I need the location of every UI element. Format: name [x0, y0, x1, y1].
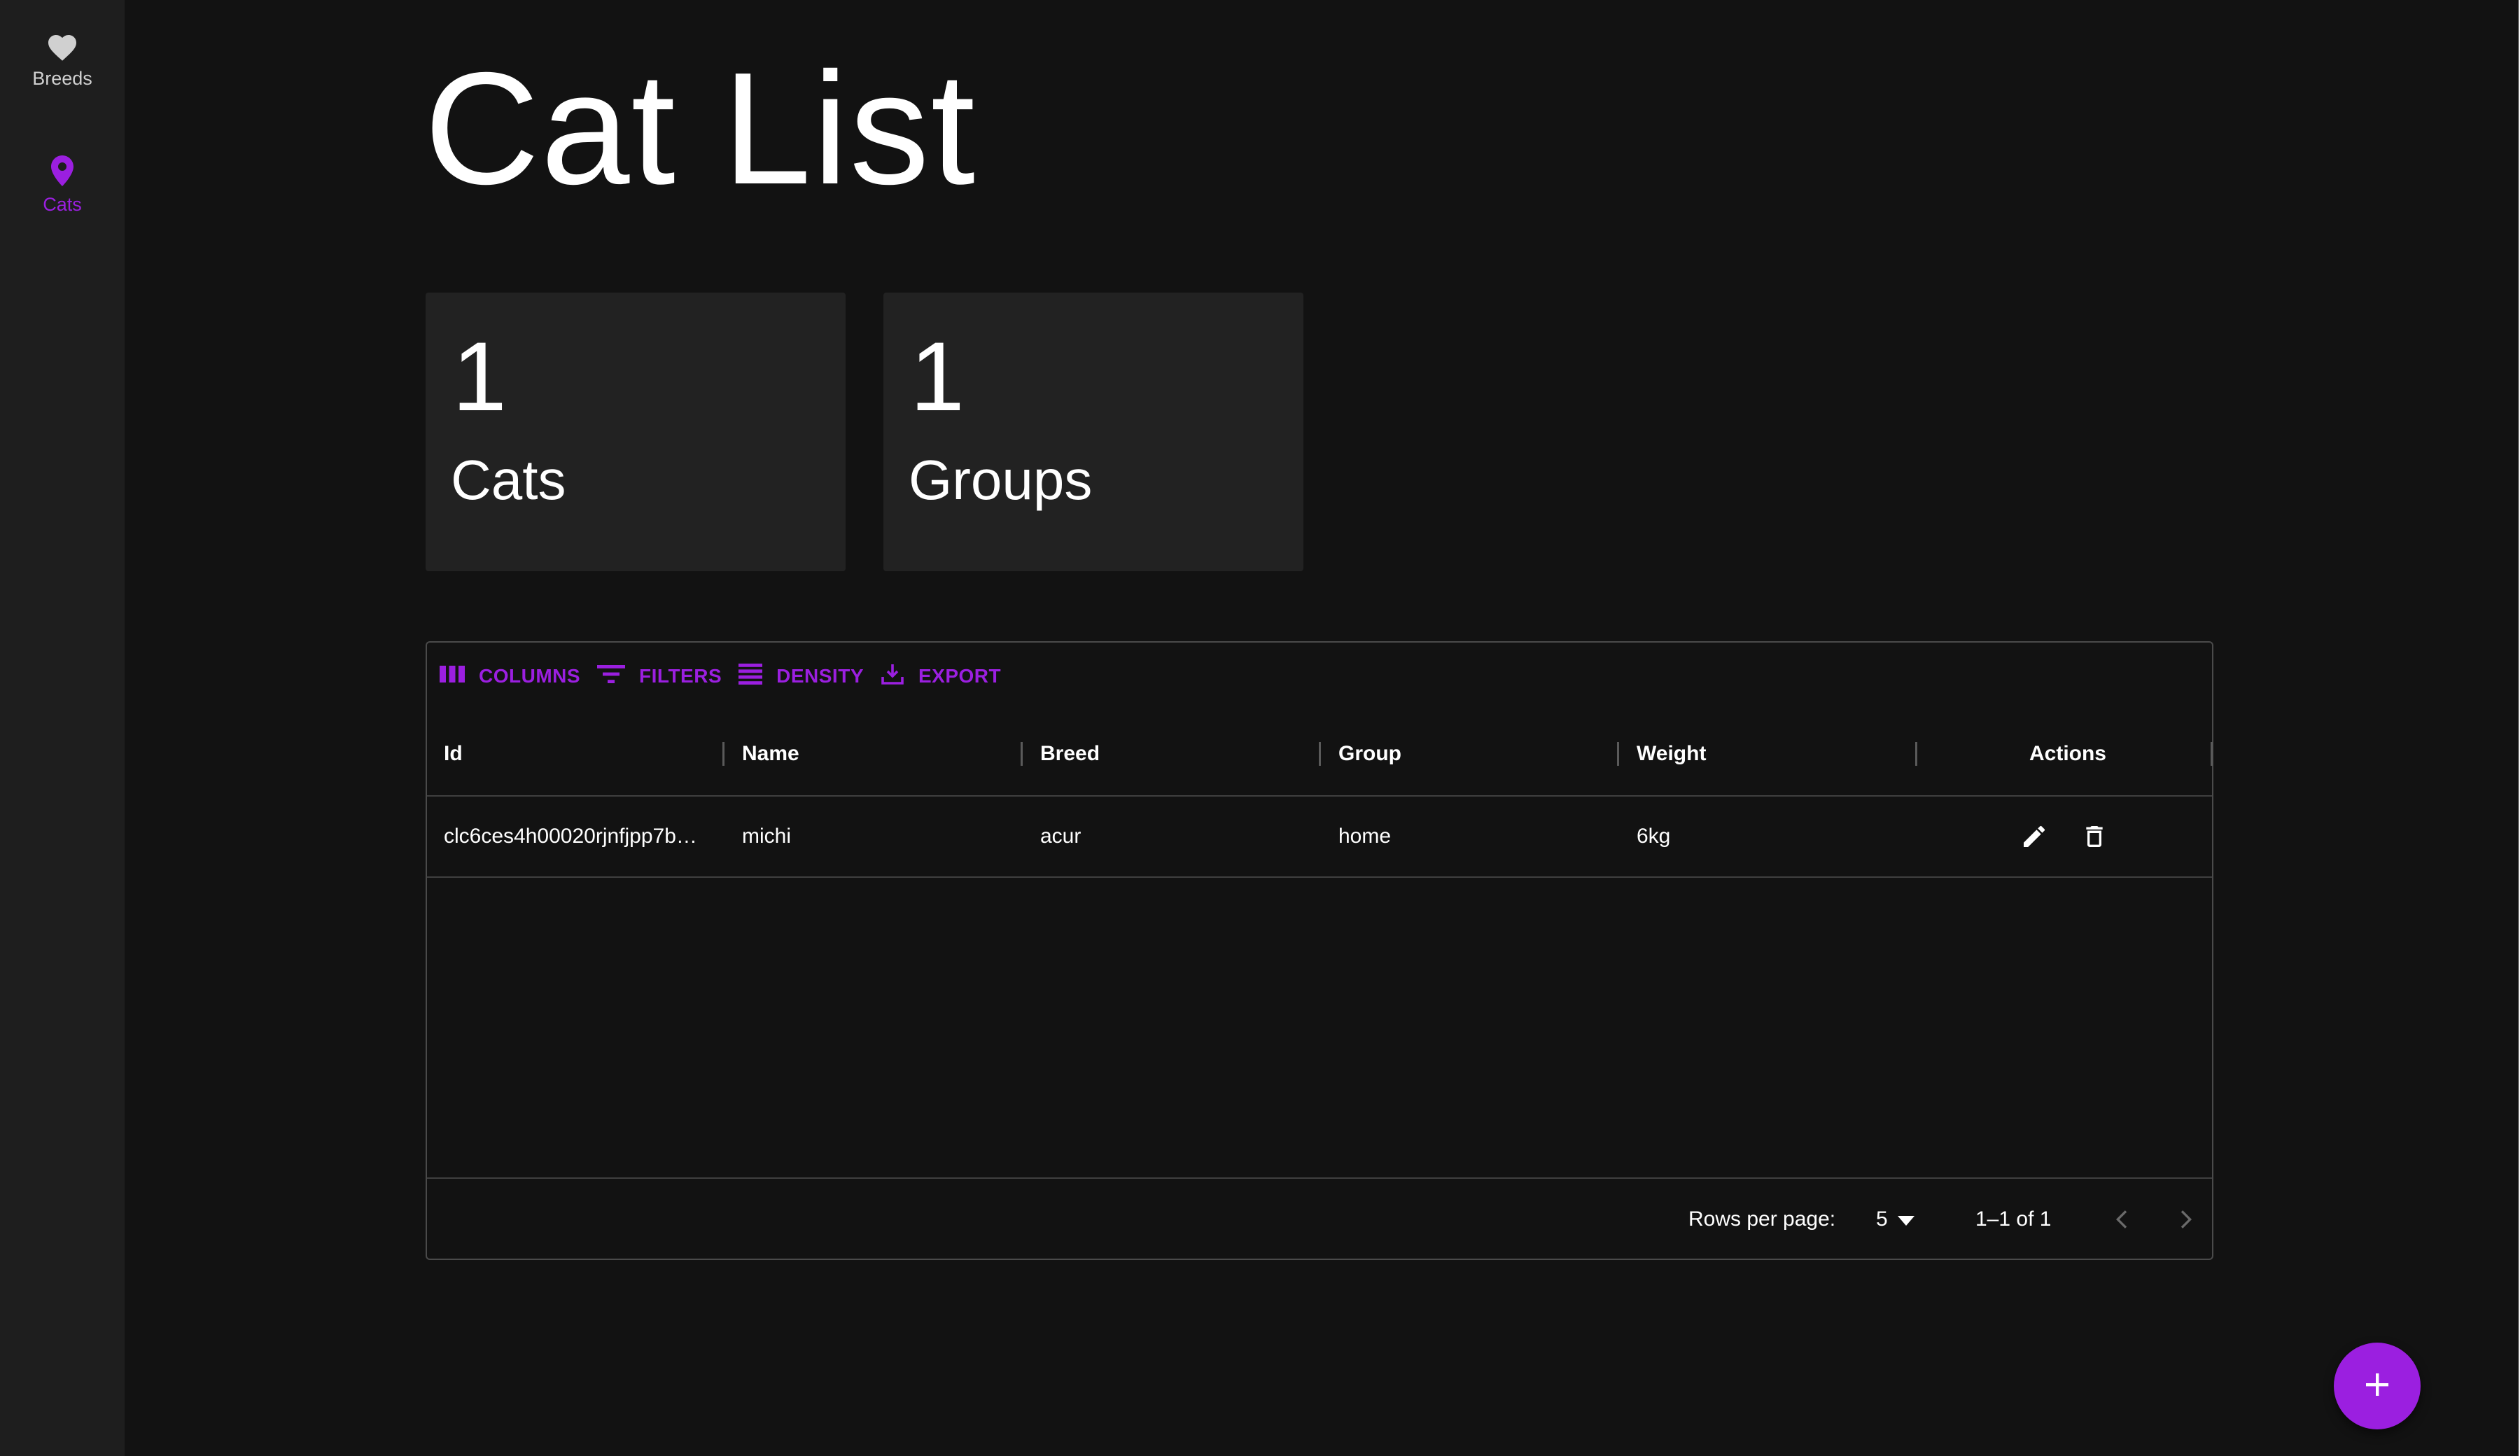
chevron-right-icon[interactable]: [2171, 1205, 2199, 1237]
column-header-breed[interactable]: Breed: [1040, 713, 1100, 795]
filter-icon: [597, 664, 639, 690]
stat-value: 1: [910, 321, 965, 431]
add-cat-button[interactable]: [2334, 1343, 2421, 1429]
page-title: Cat List: [424, 40, 976, 218]
data-grid: COLUMNS FILTERS DENSITY EXPORT Id Name B…: [426, 641, 2213, 1260]
column-separator[interactable]: [1319, 742, 1321, 766]
nav-item-label: Breeds: [32, 68, 92, 89]
heart-icon: [46, 31, 79, 65]
column-header-weight[interactable]: Weight: [1637, 713, 1706, 795]
columns-button[interactable]: COLUMNS: [440, 664, 580, 689]
column-separator[interactable]: [2211, 742, 2213, 766]
grid-toolbar: COLUMNS FILTERS DENSITY EXPORT: [440, 661, 1018, 692]
stat-label: Cats: [451, 449, 566, 511]
columns-icon: [440, 664, 479, 689]
density-button[interactable]: DENSITY: [738, 663, 864, 690]
cell-id: clc6ces4h00020rjnfjpp7b…: [444, 825, 697, 848]
cell-name: michi: [742, 825, 792, 848]
filters-label: FILTERS: [639, 665, 722, 687]
column-separator[interactable]: [1915, 742, 1917, 766]
column-separator[interactable]: [1617, 742, 1619, 766]
column-separator[interactable]: [722, 742, 724, 766]
edit-icon[interactable]: [2020, 822, 2048, 854]
delete-icon[interactable]: [2080, 822, 2108, 854]
nav-item-breeds[interactable]: Breeds: [0, 31, 125, 90]
export-label: EXPORT: [918, 665, 1002, 687]
chevron-left-icon[interactable]: [2108, 1205, 2136, 1237]
table-row[interactable]: clc6ces4h00020rjnfjpp7b… michi acur home…: [427, 797, 2212, 878]
cell-group: home: [1338, 825, 1392, 848]
column-header-name[interactable]: Name: [742, 713, 799, 795]
column-header-id[interactable]: Id: [444, 713, 463, 795]
stat-card-cats: 1 Cats: [426, 293, 846, 571]
cell-weight: 6kg: [1637, 825, 1671, 848]
stat-label: Groups: [909, 449, 1093, 511]
rows-per-page-label: Rows per page:: [1688, 1208, 1836, 1231]
stat-card-groups: 1 Groups: [883, 293, 1303, 571]
location-pin-icon: [48, 154, 76, 191]
caret-down-icon: [1897, 1208, 1914, 1231]
filters-button[interactable]: FILTERS: [597, 664, 722, 690]
column-header-group[interactable]: Group: [1338, 713, 1401, 795]
rows-per-page-value: 5: [1876, 1208, 1888, 1231]
column-separator[interactable]: [1021, 742, 1023, 766]
stat-value: 1: [452, 321, 507, 431]
density-icon: [738, 663, 776, 690]
rows-per-page-select[interactable]: 5: [1876, 1179, 1914, 1260]
nav-item-label: Cats: [43, 194, 82, 215]
pagination-footer: Rows per page: 5 1–1 of 1: [427, 1177, 2212, 1261]
download-icon: [881, 663, 918, 690]
sidebar: Breeds Cats: [0, 0, 125, 1456]
plus-icon: [2363, 1371, 2391, 1402]
columns-label: COLUMNS: [479, 665, 581, 687]
table-header: Id Name Breed Group Weight Actions: [427, 713, 2213, 797]
nav-item-cats[interactable]: Cats: [0, 154, 125, 216]
column-header-actions: Actions: [2029, 742, 2106, 765]
cell-breed: acur: [1040, 825, 1082, 848]
density-label: DENSITY: [776, 665, 864, 687]
export-button[interactable]: EXPORT: [881, 663, 1001, 690]
pagination-range: 1–1 of 1: [1975, 1208, 2052, 1231]
